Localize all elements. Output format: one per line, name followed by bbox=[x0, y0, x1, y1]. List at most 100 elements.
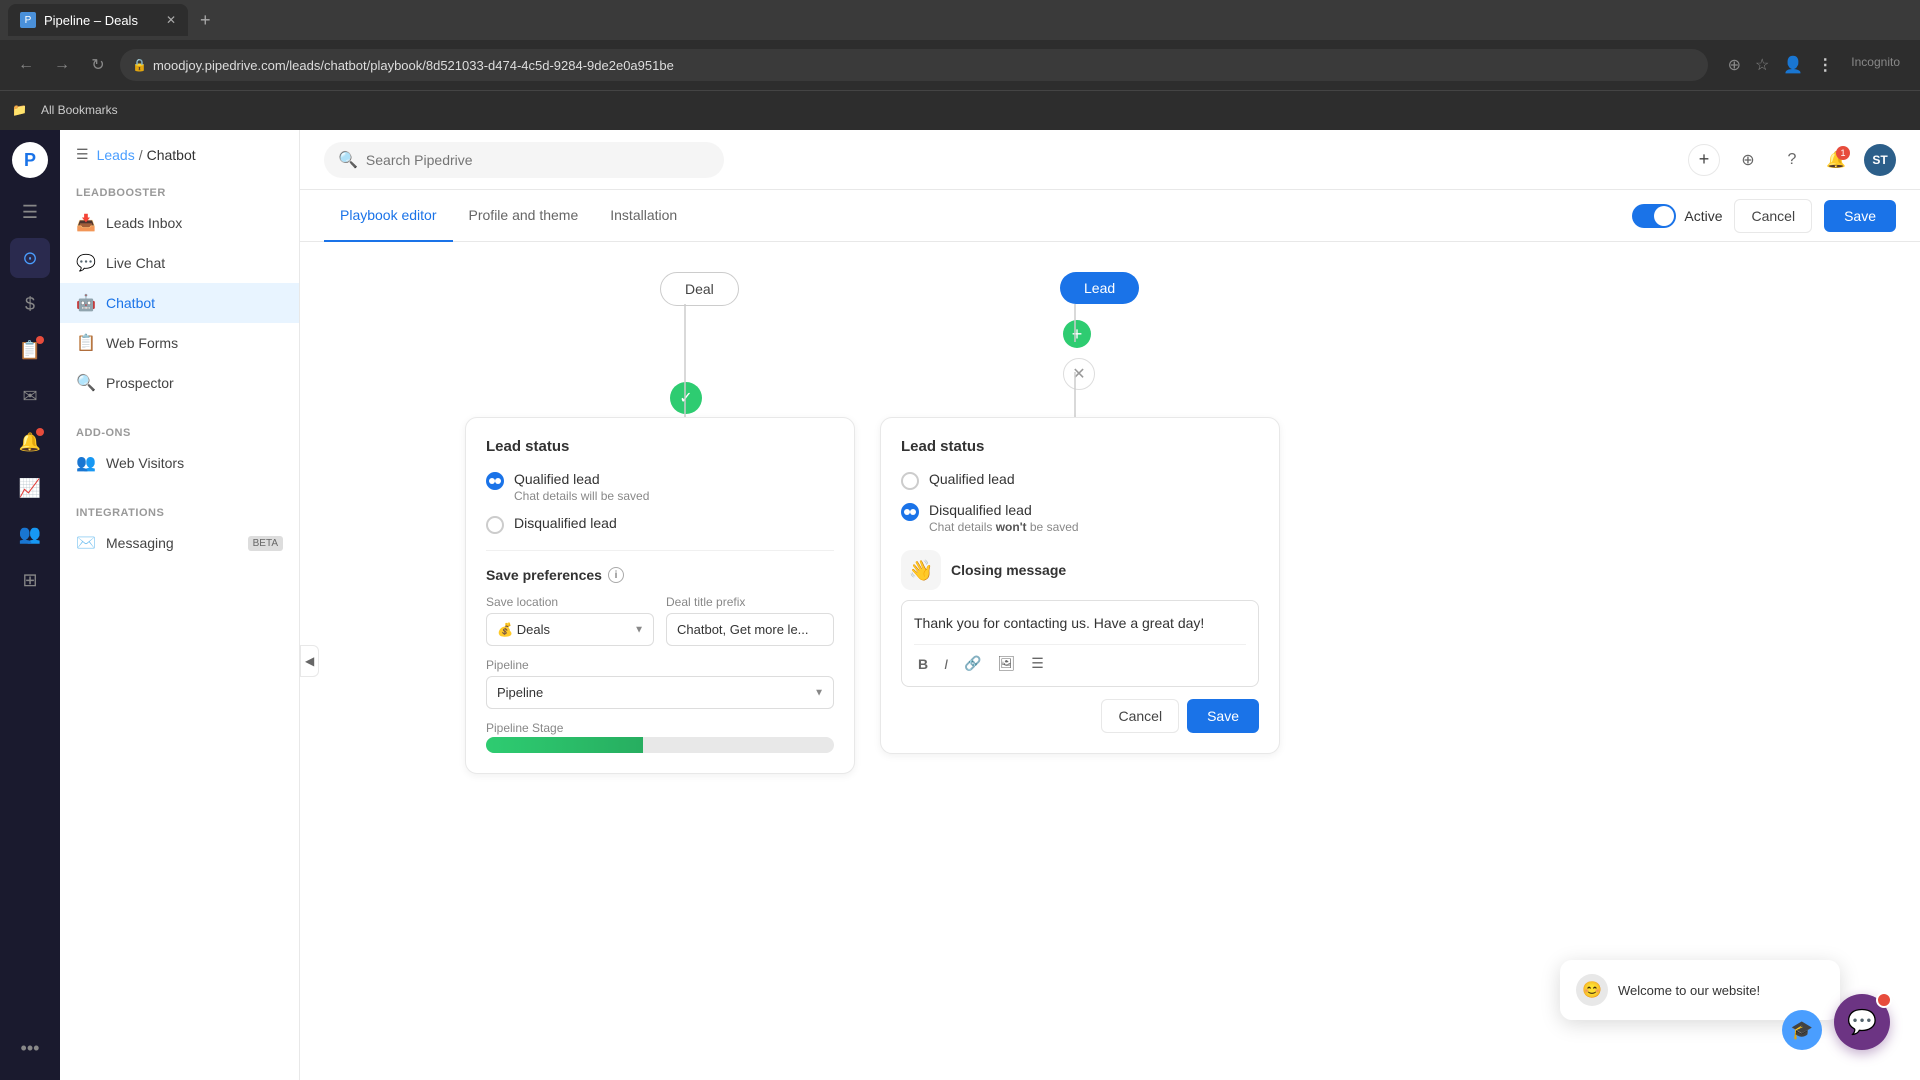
sidebar-icon-grid[interactable]: ⊞ bbox=[10, 560, 50, 600]
user-avatar[interactable]: ST bbox=[1864, 144, 1896, 176]
lead-node[interactable]: Lead bbox=[1060, 272, 1139, 304]
sidebar-icon-menu[interactable]: ☰ bbox=[10, 192, 50, 232]
sidebar-item-chatbot[interactable]: 🤖 Chatbot bbox=[60, 283, 299, 323]
collapse-panel-button[interactable]: ◀ bbox=[300, 645, 319, 677]
right-qualified-option[interactable]: Qualified lead bbox=[901, 471, 1259, 490]
app-logo[interactable]: P bbox=[12, 142, 48, 178]
bookmark-icon[interactable]: ☆ bbox=[1751, 51, 1773, 79]
closing-message-actions: Cancel Save bbox=[901, 699, 1259, 733]
closing-message-body: Thank you for contacting us. Have a grea… bbox=[901, 600, 1259, 687]
menu-icon[interactable]: ⋮ bbox=[1813, 51, 1837, 79]
leads-inbox-label: Leads Inbox bbox=[106, 215, 182, 231]
sidebar-item-web-forms[interactable]: 📋 Web Forms bbox=[60, 323, 299, 363]
closing-message-text[interactable]: Thank you for contacting us. Have a grea… bbox=[914, 613, 1246, 634]
save-prefs-info-icon[interactable]: i bbox=[608, 567, 624, 583]
closing-cancel-button[interactable]: Cancel bbox=[1101, 699, 1179, 733]
tab-playbook-editor[interactable]: Playbook editor bbox=[324, 190, 453, 242]
active-toggle-label: Active bbox=[1684, 208, 1722, 224]
deal-node[interactable]: Deal bbox=[660, 272, 739, 306]
save-location-row: Save location 💰 Deals Deal title prefix bbox=[486, 595, 834, 646]
playbook-canvas[interactable]: ◀ Deal Lead + ✕ ✓ bbox=[300, 242, 1920, 1080]
new-tab-button[interactable]: + bbox=[192, 6, 219, 35]
sidebar-icon-home[interactable]: ⊙ bbox=[10, 238, 50, 278]
closing-message-title: Closing message bbox=[951, 562, 1066, 578]
sidebar-item-messaging[interactable]: ✉️ Messaging BETA bbox=[60, 523, 299, 563]
list-button[interactable]: ☰ bbox=[1027, 653, 1048, 674]
extensions-icon[interactable]: ⊕ bbox=[1724, 51, 1745, 79]
sidebar-item-live-chat[interactable]: 💬 Live Chat bbox=[60, 243, 299, 283]
sidebar-icon-email[interactable]: ✉ bbox=[10, 376, 50, 416]
pipeline-field: Pipeline Pipeline bbox=[486, 658, 834, 709]
sidebar-icon-notifications[interactable]: 🔔 bbox=[10, 422, 50, 462]
wave-icon: 👋 bbox=[901, 550, 941, 590]
notification-button[interactable]: 🔔 1 bbox=[1820, 144, 1852, 176]
lead-add-button[interactable]: + bbox=[1063, 320, 1091, 348]
lead-remove-button[interactable]: ✕ bbox=[1063, 358, 1095, 390]
help-button[interactable]: ? bbox=[1776, 144, 1808, 176]
save-button[interactable]: Save bbox=[1824, 200, 1896, 232]
toggle-knob bbox=[1654, 206, 1674, 226]
save-location-select-wrapper[interactable]: 💰 Deals bbox=[486, 613, 654, 646]
link-button[interactable]: 🔗 bbox=[960, 653, 985, 674]
chat-widget-button[interactable]: 💬 bbox=[1834, 994, 1890, 1050]
profile-icon[interactable]: 👤 bbox=[1779, 51, 1807, 79]
sidebar-icon-more[interactable]: ••• bbox=[10, 1028, 50, 1068]
web-forms-icon: 📋 bbox=[76, 333, 96, 353]
deal-node-box[interactable]: Deal bbox=[660, 272, 739, 306]
pipeline-stage-section: Pipeline Stage bbox=[486, 719, 834, 753]
search-container[interactable]: 🔍 bbox=[324, 142, 724, 178]
sidebar-item-prospector[interactable]: 🔍 Prospector bbox=[60, 363, 299, 403]
breadcrumb-leads-link[interactable]: Leads bbox=[97, 147, 135, 163]
cancel-button[interactable]: Cancel bbox=[1734, 199, 1812, 233]
nav-collapse-button[interactable]: ☰ bbox=[76, 146, 89, 163]
image-button[interactable]: 🖼 bbox=[993, 653, 1019, 674]
chat-widget-icon: 💬 bbox=[1847, 1008, 1877, 1037]
sidebar-item-web-visitors[interactable]: 👥 Web Visitors bbox=[60, 443, 299, 483]
prospector-label: Prospector bbox=[106, 375, 174, 391]
search-input[interactable] bbox=[366, 152, 710, 168]
sidebar-icon-activities[interactable]: 📋 bbox=[10, 330, 50, 370]
pipeline-stage-bar[interactable] bbox=[486, 737, 834, 753]
graduation-icon[interactable]: 🎓 bbox=[1782, 1010, 1822, 1050]
active-tab[interactable]: P Pipeline – Deals ✕ bbox=[8, 4, 188, 36]
save-location-select[interactable]: 💰 Deals bbox=[486, 613, 654, 646]
sidebar-icon-contacts[interactable]: 👥 bbox=[10, 514, 50, 554]
add-button[interactable]: + bbox=[1688, 144, 1720, 176]
back-button[interactable]: ← bbox=[12, 51, 40, 79]
tab-favicon: P bbox=[20, 12, 36, 28]
disqualified-lead-option[interactable]: Disqualified lead bbox=[486, 515, 834, 534]
save-location-label: Save location bbox=[486, 595, 654, 609]
italic-button[interactable]: I bbox=[940, 654, 952, 674]
active-toggle[interactable] bbox=[1632, 204, 1676, 228]
qualified-lead-option[interactable]: Qualified lead Chat details will be save… bbox=[486, 471, 834, 503]
pipeline-select-wrapper[interactable]: Pipeline bbox=[486, 676, 834, 709]
all-bookmarks-link[interactable]: All Bookmarks bbox=[35, 99, 124, 121]
tab-profile-theme[interactable]: Profile and theme bbox=[453, 190, 595, 242]
close-tab-button[interactable]: ✕ bbox=[166, 13, 176, 27]
qualified-hint: Chat details will be saved bbox=[514, 489, 649, 503]
breadcrumb-current: Chatbot bbox=[147, 147, 196, 163]
extensions-header-button[interactable]: ⊕ bbox=[1732, 144, 1764, 176]
deal-title-label: Deal title prefix bbox=[666, 595, 834, 609]
reload-button[interactable]: ↻ bbox=[84, 51, 112, 79]
right-qualified-radio[interactable] bbox=[901, 472, 919, 490]
sidebar-icon-insights[interactable]: 📈 bbox=[10, 468, 50, 508]
right-disqualified-radio[interactable] bbox=[901, 503, 919, 521]
pipeline-select[interactable]: Pipeline bbox=[486, 676, 834, 709]
closing-save-button[interactable]: Save bbox=[1187, 699, 1259, 733]
sidebar-item-leads-inbox[interactable]: 📥 Leads Inbox bbox=[60, 203, 299, 243]
bold-button[interactable]: B bbox=[914, 654, 932, 674]
disqualified-radio-button[interactable] bbox=[486, 516, 504, 534]
web-visitors-label: Web Visitors bbox=[106, 455, 184, 471]
forward-button[interactable]: → bbox=[48, 51, 76, 79]
leads-inbox-icon: 📥 bbox=[76, 213, 96, 233]
tab-installation[interactable]: Installation bbox=[594, 190, 693, 242]
right-disqualified-option[interactable]: Disqualified lead Chat details won't be … bbox=[901, 502, 1259, 534]
lead-node-box[interactable]: Lead bbox=[1060, 272, 1139, 304]
sidebar-icon-deals[interactable]: $ bbox=[10, 284, 50, 324]
address-bar[interactable]: 🔒 moodjoy.pipedrive.com/leads/chatbot/pl… bbox=[120, 49, 1708, 81]
qualified-radio-button[interactable] bbox=[486, 472, 504, 490]
search-icon: 🔍 bbox=[338, 150, 358, 170]
deal-title-input[interactable] bbox=[666, 613, 834, 646]
addons-section-title: ADD-ONS bbox=[60, 419, 299, 443]
